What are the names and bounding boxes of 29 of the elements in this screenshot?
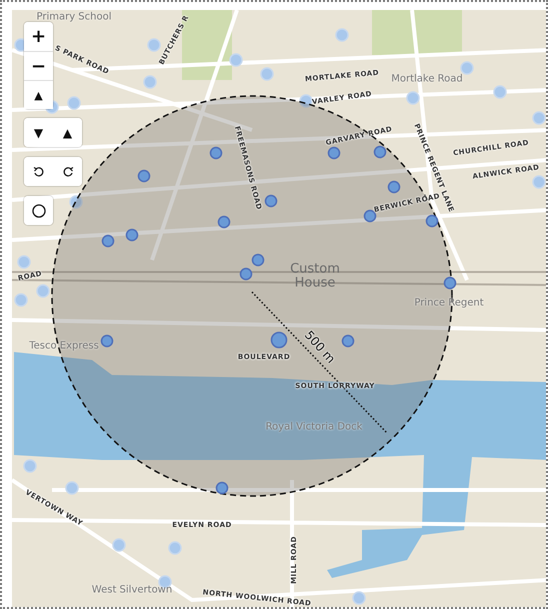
map-label: Royal Victoria Dock [266, 422, 362, 432]
compass-button[interactable]: ▲ [24, 80, 53, 109]
map-label: Custom House [289, 262, 341, 292]
marker-icon[interactable] [100, 334, 114, 348]
marker-icon[interactable] [240, 268, 252, 280]
marker-icon[interactable] [126, 228, 138, 242]
marker-icon[interactable] [328, 146, 340, 160]
marker-icon[interactable] [102, 234, 114, 248]
marker-icon[interactable] [342, 334, 354, 348]
rotate-right-icon [62, 166, 74, 178]
map-label: Primary School [36, 12, 112, 22]
marker-icon[interactable] [374, 146, 386, 158]
marker-icon[interactable] [264, 194, 278, 208]
circle-tool-button[interactable] [24, 196, 53, 225]
circle-icon [32, 204, 46, 218]
map-label: Mortlake Road [391, 74, 463, 84]
marker-icon[interactable] [388, 180, 400, 194]
map-label: Tesco Express [29, 340, 99, 352]
marker-icon[interactable] [210, 146, 222, 160]
marker-icon[interactable] [252, 254, 264, 266]
marker-icon[interactable] [426, 214, 438, 228]
center-marker-icon[interactable] [270, 332, 288, 348]
marker-icon[interactable] [218, 216, 230, 228]
map-label: Prince Regent [414, 298, 484, 308]
marker-icon[interactable] [138, 170, 150, 182]
rotate-left-icon [32, 166, 44, 178]
marker-icon[interactable] [444, 276, 456, 290]
marker-icon[interactable] [216, 482, 228, 494]
map-label: West Silvertown [92, 584, 172, 596]
